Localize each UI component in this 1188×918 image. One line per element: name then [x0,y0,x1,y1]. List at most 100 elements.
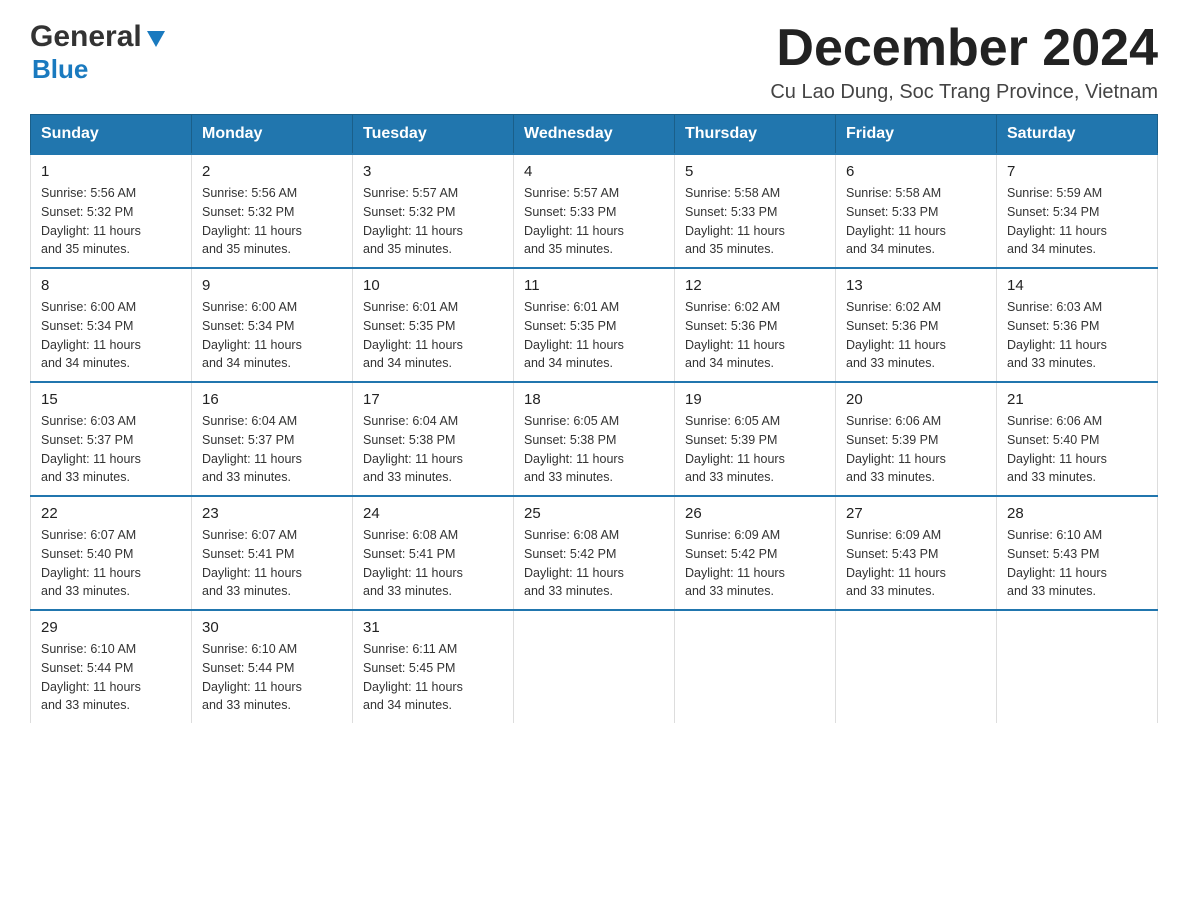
day-number: 5 [685,163,825,180]
day-info: Sunrise: 6:09 AMSunset: 5:42 PMDaylight:… [685,526,825,601]
calendar-cell: 6Sunrise: 5:58 AMSunset: 5:33 PMDaylight… [836,154,997,268]
sunset-text: Sunset: 5:36 PM [846,319,938,333]
daylight-text: Daylight: 11 hours [363,224,463,238]
day-info: Sunrise: 6:00 AMSunset: 5:34 PMDaylight:… [202,298,342,373]
sunrise-text: Sunrise: 6:09 AM [846,528,941,542]
sunrise-text: Sunrise: 6:05 AM [685,414,780,428]
sunrise-text: Sunrise: 6:07 AM [41,528,136,542]
day-number: 8 [41,277,181,294]
day-number: 19 [685,391,825,408]
day-info: Sunrise: 6:10 AMSunset: 5:43 PMDaylight:… [1007,526,1147,601]
calendar-week-4: 22 Sunrise: 6:07 AM Sunset: 5:40 PM Dayligh… [31,496,1158,610]
daylight-text: and 33 minutes. [1007,470,1096,484]
month-title: December 2024 [770,20,1158,77]
calendar-cell [836,610,997,723]
daylight-text: Daylight: 11 hours [685,452,785,466]
calendar-cell: 27Sunrise: 6:09 AMSunset: 5:43 PMDayligh… [836,496,997,610]
logo-blue-text: Blue [32,54,88,84]
sunrise-text: Sunrise: 6:01 AM [363,300,458,314]
calendar-cell: 29Sunrise: 6:10 AMSunset: 5:44 PMDayligh… [31,610,192,723]
day-number: 31 [363,619,503,636]
day-number: 22 [41,505,181,522]
day-info: Sunrise: 6:01 AMSunset: 5:35 PMDaylight:… [363,298,503,373]
daylight-text: and 33 minutes. [846,584,935,598]
day-info: Sunrise: 6:10 AMSunset: 5:44 PMDaylight:… [202,640,342,715]
sunset-text: Sunset: 5:42 PM [685,547,777,561]
sunrise-text: Sunrise: 5:57 AM [524,186,619,200]
calendar-cell: 3Sunrise: 5:57 AMSunset: 5:32 PMDaylight… [353,154,514,268]
sunset-text: Sunset: 5:44 PM [41,661,133,675]
calendar-cell: 1Sunrise: 5:56 AMSunset: 5:32 PMDaylight… [31,154,192,268]
daylight-text: Daylight: 11 hours [202,680,302,694]
daylight-text: and 35 minutes. [41,242,130,256]
day-info: Sunrise: 6:03 AMSunset: 5:36 PMDaylight:… [1007,298,1147,373]
day-number: 2 [202,163,342,180]
day-number: 17 [363,391,503,408]
daylight-text: Daylight: 11 hours [363,452,463,466]
daylight-text: Daylight: 11 hours [41,566,141,580]
calendar-week-2: 8Sunrise: 6:00 AMSunset: 5:34 PMDaylight… [31,268,1158,382]
daylight-text: Daylight: 11 hours [41,338,141,352]
daylight-text: and 33 minutes. [685,584,774,598]
calendar-cell: 22 Sunrise: 6:07 AM Sunset: 5:40 PM Dayligh… [31,496,192,610]
day-number: 16 [202,391,342,408]
daylight-text: and 34 minutes. [202,356,291,370]
daylight-text: Daylight: 11 hours [524,224,624,238]
calendar-cell: 4Sunrise: 5:57 AMSunset: 5:33 PMDaylight… [514,154,675,268]
sunset-text: Sunset: 5:39 PM [846,433,938,447]
day-number: 11 [524,277,664,294]
day-info: Sunrise: 5:56 AMSunset: 5:32 PMDaylight:… [41,184,181,259]
day-info: Sunrise: 6:09 AMSunset: 5:43 PMDaylight:… [846,526,986,601]
sunset-text: Sunset: 5:37 PM [41,433,133,447]
daylight-text: and 33 minutes. [846,356,935,370]
daylight-text: and 33 minutes. [202,698,291,712]
calendar-cell: 26Sunrise: 6:09 AMSunset: 5:42 PMDayligh… [675,496,836,610]
day-info: Sunrise: 6:03 AMSunset: 5:37 PMDaylight:… [41,412,181,487]
daylight-text: Daylight: 11 hours [524,452,624,466]
daylight-text: and 35 minutes. [524,242,613,256]
calendar-header-row: Sunday Monday Tuesday Wednesday Thursday… [31,115,1158,155]
daylight-text: Daylight: 11 hours [846,338,946,352]
sunrise-text: Sunrise: 6:08 AM [524,528,619,542]
daylight-text: Daylight: 11 hours [524,338,624,352]
daylight-text: Daylight: 11 hours [524,566,624,580]
sunset-text: Sunset: 5:32 PM [202,205,294,219]
sunrise-text: Sunrise: 6:10 AM [202,642,297,656]
sunset-text: Sunset: 5:34 PM [202,319,294,333]
calendar-cell: 25Sunrise: 6:08 AMSunset: 5:42 PMDayligh… [514,496,675,610]
sunrise-text: Sunrise: 6:05 AM [524,414,619,428]
sunset-text: Sunset: 5:38 PM [363,433,455,447]
sunrise-text: Sunrise: 5:56 AM [202,186,297,200]
sunrise-text: Sunrise: 5:59 AM [1007,186,1102,200]
calendar-cell: 9Sunrise: 6:00 AMSunset: 5:34 PMDaylight… [192,268,353,382]
calendar-cell: 8 Sunrise: 6:00 AMSunset: 5:34 PMDaylight… [31,268,192,382]
calendar-cell: 15Sunrise: 6:03 AMSunset: 5:37 PMDayligh… [31,382,192,496]
sunrise-text: Sunrise: 5:58 AM [846,186,941,200]
daylight-text: and 34 minutes. [363,698,452,712]
day-info: Sunrise: 6:04 AM Sunset: 5:38 PM Daylight:… [363,412,503,487]
sunrise-text: Sunrise: 5:56 AM [41,186,136,200]
daylight-text: and 34 minutes. [41,356,130,370]
calendar-week-3: 15Sunrise: 6:03 AMSunset: 5:37 PMDayligh… [31,382,1158,496]
sunrise-text: Sunrise: 6:00 AM [41,300,136,314]
sunset-text: Sunset: 5:39 PM [685,433,777,447]
day-info: Sunrise: 6:00 AMSunset: 5:34 PMDaylight:… [41,298,181,373]
day-number: 3 [363,163,503,180]
sunset-text: Sunset: 5:33 PM [846,205,938,219]
sunrise-text: Sunrise: 6:03 AM [1007,300,1102,314]
sunset-text: Sunset: 5:34 PM [1007,205,1099,219]
daylight-text: Daylight: 11 hours [1007,566,1107,580]
daylight-text: Daylight: 11 hours [363,680,463,694]
day-number: 30 [202,619,342,636]
sunset-text: Sunset: 5:40 PM [41,547,133,561]
day-number: 18 [524,391,664,408]
calendar-cell: 30 Sunrise: 6:10 AMSunset: 5:44 PMDayligh… [192,610,353,723]
sunset-text: Sunset: 5:43 PM [1007,547,1099,561]
day-info: Sunrise: 6:01 AMSunset: 5:35 PMDaylight:… [524,298,664,373]
calendar-cell: 16Sunrise: 6:04 AMSunset: 5:37 PMDayligh… [192,382,353,496]
daylight-text: and 33 minutes. [524,584,613,598]
daylight-text: and 33 minutes. [685,470,774,484]
sunrise-text: Sunrise: 6:04 AM [363,414,458,428]
day-info: Sunrise: 6:02 AMSunset: 5:36 PMDaylight:… [685,298,825,373]
daylight-text: and 33 minutes. [41,470,130,484]
